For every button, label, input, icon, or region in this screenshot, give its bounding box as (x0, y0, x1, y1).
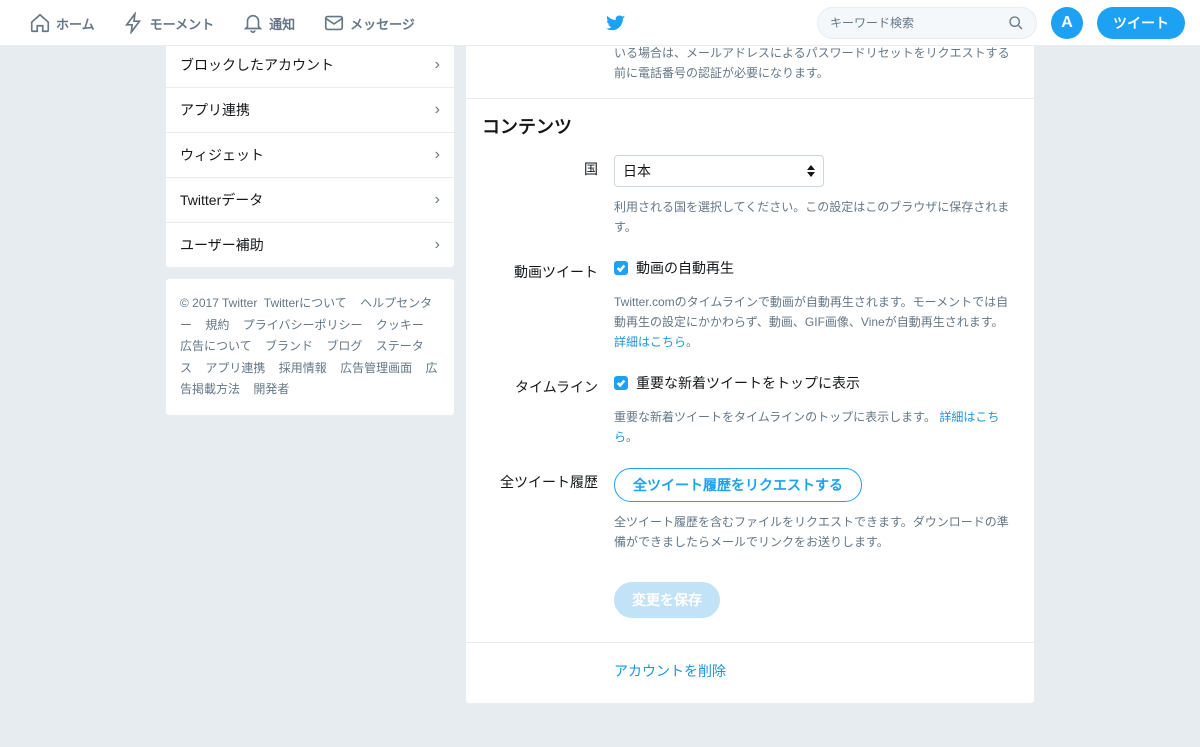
nav-notifications[interactable]: 通知 (228, 0, 309, 46)
archive-label: 全ツイート履歴 (482, 468, 614, 502)
archive-help: 全ツイート履歴を含むファイルをリクエストできます。ダウンロードの準備ができました… (466, 506, 1034, 563)
footer-link[interactable]: ブログ (326, 339, 362, 353)
reset-hint: いる場合は、メールアドレスによるパスワードリセットをリクエストする前に電話番号の… (466, 43, 1034, 98)
field-country: 国 日本 (466, 145, 1034, 191)
footer-link[interactable]: ブランド (265, 339, 313, 353)
tweet-button[interactable]: ツイート (1097, 7, 1185, 39)
sidebar-item-label: ウィジェット (180, 145, 264, 165)
country-value: 日本 (623, 161, 651, 181)
avatar-initial: A (1061, 14, 1073, 32)
video-learn-more-link[interactable]: 詳細はこちら (614, 335, 686, 349)
envelope-icon (323, 12, 345, 34)
home-icon (29, 12, 51, 34)
footer-link[interactable]: 採用情報 (279, 361, 327, 375)
request-archive-button[interactable]: 全ツイート履歴をリクエストする (614, 468, 862, 502)
chevron-right-icon: › (435, 56, 440, 74)
timeline-top-tweets-checkbox[interactable]: 重要な新着ツイートをトップに表示 (614, 373, 1018, 393)
footer-link[interactable]: 開発者 (253, 382, 289, 396)
country-help: 利用される国を選択してください。この設定はこのブラウザに保存されます。 (466, 191, 1034, 248)
sidebar-item-blocked[interactable]: ブロックしたアカウント › (166, 43, 454, 87)
timeline-checkbox-label: 重要な新着ツイートをトップに表示 (636, 373, 860, 393)
footer-link[interactable]: 規約 (205, 318, 229, 332)
video-checkbox-label: 動画の自動再生 (636, 258, 734, 278)
sidebar-item-label: ブロックしたアカウント (180, 55, 334, 75)
save-changes-button[interactable]: 変更を保存 (614, 582, 720, 618)
field-timeline: タイムライン 重要な新着ツイートをトップに表示 (466, 363, 1034, 401)
nav-moments-label: モーメント (150, 14, 214, 33)
field-video: 動画ツイート 動画の自動再生 (466, 248, 1034, 286)
nav-messages[interactable]: メッセージ (309, 0, 429, 46)
video-help: Twitter.comのタイムラインで動画が自動再生されます。モーメントでは自動… (466, 286, 1034, 363)
bolt-icon (123, 12, 145, 34)
field-archive: 全ツイート履歴 全ツイート履歴をリクエストする (466, 458, 1034, 506)
timeline-help: 重要な新着ツイートをタイムラインのトップに表示します。 詳細はこちら。 (466, 401, 1034, 458)
footer-link[interactable]: アプリ連携 (205, 361, 265, 375)
sidebar-item-label: ユーザー補助 (180, 235, 264, 255)
select-caret-icon (807, 165, 815, 177)
video-label: 動画ツイート (482, 258, 614, 282)
bell-icon (242, 12, 264, 34)
footer-link[interactable]: 広告管理画面 (340, 361, 412, 375)
footer-link[interactable]: Twitterについて (264, 296, 347, 310)
footer-link[interactable]: 広告について (180, 339, 252, 353)
search-box[interactable] (817, 7, 1037, 39)
avatar[interactable]: A (1051, 7, 1083, 39)
sidebar-item-label: アプリ連携 (180, 100, 250, 120)
chevron-right-icon: › (435, 101, 440, 119)
checkbox-checked-icon (614, 376, 628, 390)
video-autoplay-checkbox[interactable]: 動画の自動再生 (614, 258, 1018, 278)
copyright: © 2017 Twitter (180, 296, 257, 310)
chevron-right-icon: › (435, 191, 440, 209)
sidebar-item-apps[interactable]: アプリ連携 › (166, 87, 454, 132)
footer-link[interactable]: プライバシーポリシー (243, 318, 363, 332)
nav-items: ホーム モーメント 通知 メッセージ (15, 0, 429, 46)
search-icon (1008, 15, 1024, 31)
nav-messages-label: メッセージ (350, 14, 415, 33)
sidebar-item-widgets[interactable]: ウィジェット › (166, 132, 454, 177)
sidebar-item-twitter-data[interactable]: Twitterデータ › (166, 177, 454, 222)
twitter-logo-icon (606, 13, 626, 33)
search-input[interactable] (830, 16, 1008, 30)
content-section-title: コンテンツ (466, 98, 1034, 145)
sidebar-item-accessibility[interactable]: ユーザー補助 › (166, 222, 454, 267)
footer-links: © 2017 Twitter Twitterについて ヘルプセンター 規約 プラ… (165, 278, 455, 416)
country-label: 国 (482, 155, 614, 187)
nav-home-label: ホーム (56, 14, 95, 33)
settings-sidebar: ブロックしたアカウント › アプリ連携 › ウィジェット › Twitterデー… (165, 43, 455, 416)
footer-link[interactable]: クッキー (376, 318, 424, 332)
sidebar-item-label: Twitterデータ (180, 190, 263, 210)
chevron-right-icon: › (435, 146, 440, 164)
deactivate-account-link[interactable]: アカウントを削除 (614, 663, 726, 679)
timeline-label: タイムライン (482, 373, 614, 397)
checkbox-checked-icon (614, 261, 628, 275)
settings-main: いる場合は、メールアドレスによるパスワードリセットをリクエストする前に電話番号の… (465, 43, 1035, 704)
nav-home[interactable]: ホーム (15, 0, 109, 46)
top-nav: ホーム モーメント 通知 メッセージ A ツイート (0, 0, 1200, 46)
chevron-right-icon: › (435, 236, 440, 254)
nav-moments[interactable]: モーメント (109, 0, 228, 46)
country-select[interactable]: 日本 (614, 155, 824, 187)
nav-notifications-label: 通知 (269, 14, 295, 33)
